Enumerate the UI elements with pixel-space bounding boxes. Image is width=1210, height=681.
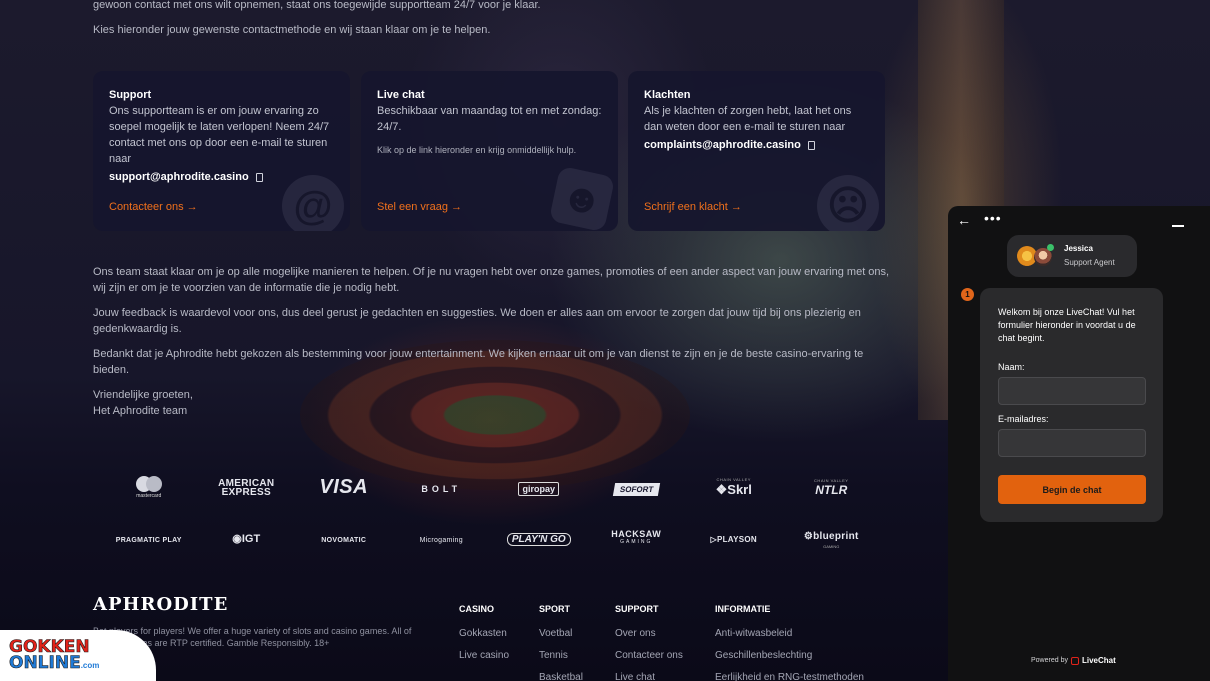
copy-icon[interactable] [807, 140, 815, 150]
footer-column-support: SUPPORT Over ons Contacteer ons Live cha… [615, 604, 683, 681]
start-chat-button[interactable]: Begin de chat [998, 475, 1146, 504]
card-note: Klik op de link hieronder en krijg onmid… [377, 145, 577, 155]
name-label: Naam: [998, 362, 1025, 372]
microgaming-logo: Microgaming [419, 536, 463, 544]
footer-column-casino: CASINO Gokkasten Live casino [459, 604, 510, 661]
footer-link[interactable]: Over ons [615, 628, 683, 639]
sofort-logo: SOFORT [588, 479, 686, 497]
ntlr-logo: CHAIN VALLEY NTLR [814, 478, 849, 497]
chat-header: ← ••• [948, 206, 1210, 236]
gokkenonline-watermark: GOKKEN ONLINE.com [0, 630, 156, 681]
paragraph: Jouw feedback is waardevol voor ons, dus… [93, 307, 861, 335]
mastercard-logo: mastercard [100, 476, 198, 499]
paragraph: Bedankt dat je Aphrodite hebt gekozen al… [93, 348, 864, 376]
hacksaw-logo: HACKSAW GAMING [611, 528, 662, 545]
smiley-icon: ☻ [548, 165, 616, 231]
footer-link[interactable]: Anti-witwasbeleid [715, 628, 864, 639]
card-title: Support [109, 89, 152, 101]
card-description: Beschikbaar van maandag tot en met zonda… [377, 105, 602, 133]
complaints-card: Klachten Als je klachten of zorgen hebt,… [628, 71, 885, 231]
pragmatic-play-logo: PRAGMATIC PLAY [115, 536, 182, 544]
complaints-email[interactable]: complaints@aphrodite.casino [644, 139, 815, 151]
footer-link[interactable]: Geschillenbeslechting [715, 650, 864, 661]
intro-section: gewoon contact met ons wilt opnemen, sta… [93, 0, 893, 47]
footer-link[interactable]: Gokkasten [459, 628, 509, 639]
giropay-logo: giropay [490, 479, 588, 497]
novomatic-logo: NOVOMATIC [321, 536, 367, 544]
blueprint-logo: ⚙blueprint GAMING [803, 531, 859, 549]
contact-us-link[interactable]: Contacteer ons → [109, 201, 198, 213]
intro-line-1: gewoon contact met ons wilt opnemen, sta… [93, 0, 541, 11]
contact-cards: Support Ons supportteam is er om jouw er… [93, 71, 885, 231]
name-input[interactable] [998, 377, 1146, 405]
support-email[interactable]: support@aphrodite.casino [109, 171, 263, 183]
skrill-logo: CHAIN VALLEY ❖Skrl [715, 477, 752, 497]
unread-badge: 1 [961, 288, 974, 301]
footer-column-information: INFORMATIE Anti-witwasbeleid Geschillenb… [715, 604, 864, 681]
footer-link[interactable]: Eerlijkheid en RNG-testmethoden [715, 672, 864, 681]
footer-link[interactable]: Contacteer ons [615, 650, 683, 661]
powered-by[interactable]: Powered by LiveChat [1031, 656, 1116, 665]
signature: Vriendelijke groeten, Het Aphrodite team [93, 389, 193, 417]
write-complaint-link[interactable]: Schrijf een klacht → [644, 201, 742, 213]
more-options-icon[interactable]: ••• [984, 210, 1002, 226]
igt-logo: ◉IGT [232, 532, 261, 545]
at-sign-icon: @ [282, 175, 344, 231]
agent-role: Support Agent [1064, 258, 1115, 267]
sad-face-icon: ☹ [817, 175, 879, 231]
visa-logo: VISA [319, 476, 369, 498]
provider-logos: PRAGMATIC PLAY ◉IGT NOVOMATIC Microgamin… [100, 526, 880, 549]
footer-link[interactable]: Live casino [459, 650, 509, 661]
footer-link[interactable]: Live chat [615, 672, 683, 681]
card-title: Live chat [377, 89, 425, 101]
minimize-icon[interactable] [1172, 225, 1184, 227]
ask-question-link[interactable]: Stel een vraag → [377, 201, 462, 213]
copy-icon[interactable] [255, 172, 263, 182]
footer-column-sport: SPORT Voetbal Tennis Basketbal [539, 604, 583, 681]
playson-logo: ▷PLAYSON [710, 534, 757, 544]
body-text: Ons team staat klaar om je op alle mogel… [93, 264, 893, 419]
amex-logo: AMERICAN EXPRESS [218, 477, 275, 498]
playngo-logo: PLAY'N GO [490, 529, 588, 547]
agent-name: Jessica [1064, 244, 1093, 253]
card-description: Als je klachten of zorgen hebt, laat het… [644, 105, 852, 133]
site-footer: APHRODITE Bet players for players! We of… [93, 594, 923, 681]
email-input[interactable] [998, 429, 1146, 457]
online-status-dot [1047, 244, 1054, 251]
footer-link[interactable]: Tennis [539, 650, 583, 661]
prechat-form: Welkom bij onze LiveChat! Vul het formul… [980, 288, 1163, 522]
back-arrow-icon[interactable]: ← [957, 212, 971, 228]
payment-logos: mastercard AMERICAN EXPRESS VISA BOLT gir… [100, 476, 880, 499]
agent-card: Jessica Support Agent [1007, 235, 1137, 277]
welcome-message: Welkom bij onze LiveChat! Vul het formul… [998, 307, 1136, 343]
email-label: E-mailadres: [998, 414, 1049, 424]
livechat-card: Live chat Beschikbaar van maandag tot en… [361, 71, 618, 231]
support-card: Support Ons supportteam is er om jouw er… [93, 71, 350, 231]
footer-link[interactable]: Voetbal [539, 628, 583, 639]
bolt-logo: BOLT [421, 483, 462, 494]
livechat-icon [1070, 656, 1079, 665]
livechat-widget: ← ••• Jessica Support Agent 1 Welkom bij… [948, 206, 1210, 681]
intro-line-2: Kies hieronder jouw gewenste contactmeth… [93, 24, 491, 36]
paragraph: Ons team staat klaar om je op alle mogel… [93, 266, 890, 294]
card-title: Klachten [644, 89, 691, 101]
footer-link[interactable]: Basketbal [539, 672, 583, 681]
card-description: Ons supportteam is er om jouw ervaring z… [109, 105, 330, 165]
